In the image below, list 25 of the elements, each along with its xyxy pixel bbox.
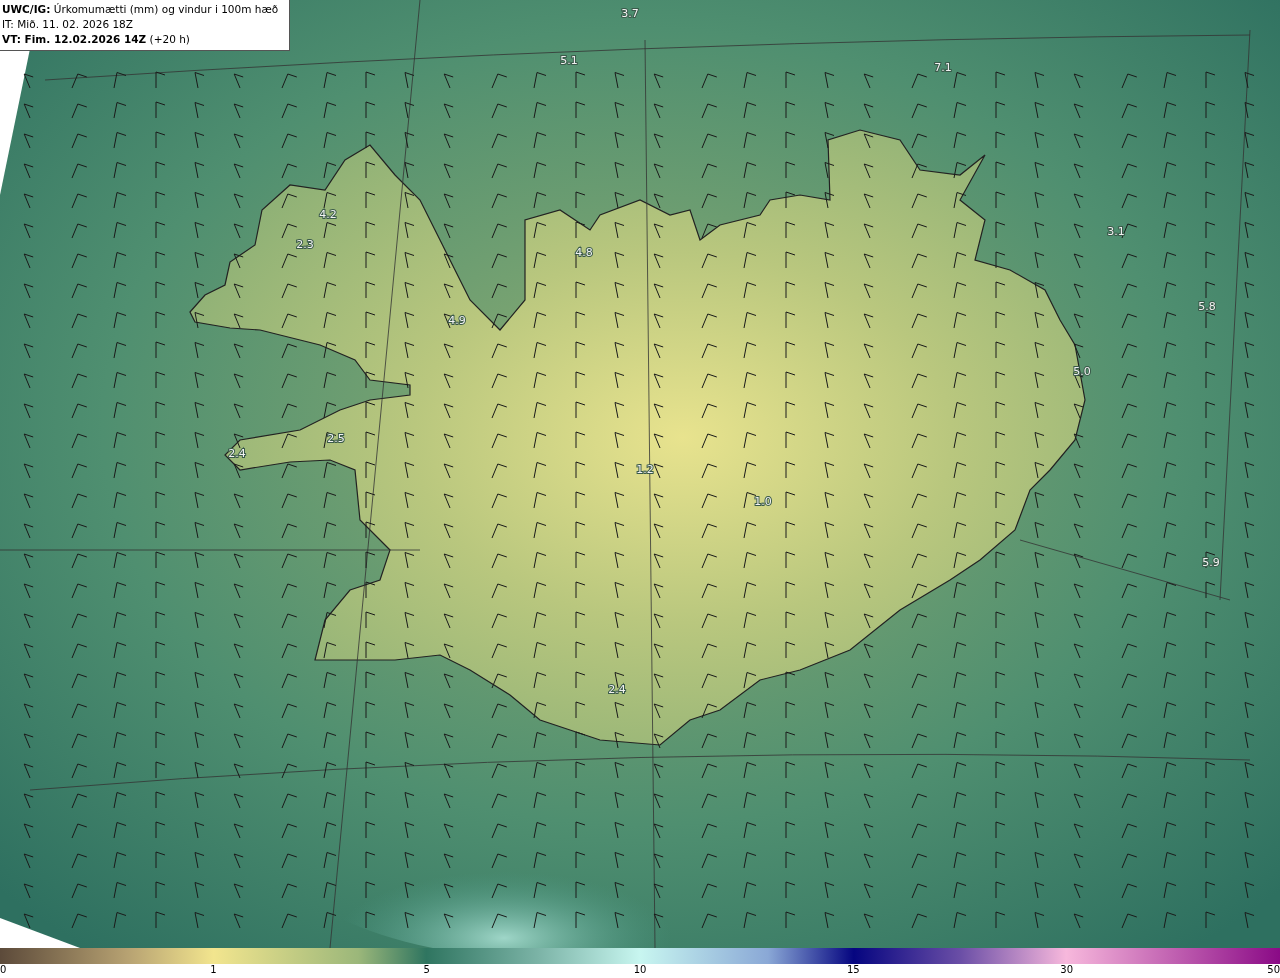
map-value-label: 4.9: [448, 314, 466, 327]
scale-tick-label: 0: [0, 964, 7, 975]
map-value-label: 2.4: [608, 683, 626, 696]
map-value-label: 3.1: [1107, 225, 1125, 238]
map-value-label: 4.2: [319, 208, 337, 221]
map-value-label: 1.0: [754, 495, 772, 508]
map-value-label: 5.1: [560, 54, 578, 67]
map-value-label: 5.9: [1202, 556, 1220, 569]
map-value-label: 5.8: [1198, 300, 1216, 313]
scale-tick-label: 50: [1267, 964, 1280, 975]
scale-tick-label: 30: [1060, 964, 1073, 975]
valid-time: VT: Fim. 12.02.2026 14Z (+20 h): [2, 32, 190, 47]
map-title: UWC/IG: Úrkomumætti (mm) og vindur i 100m hæð: [2, 2, 279, 17]
map-value-label: 2.5: [327, 432, 345, 445]
map-value-label: 2.4: [228, 447, 246, 460]
map-value-label: 5.0: [1073, 365, 1091, 378]
map-value-label: 7.1: [934, 61, 952, 74]
map-value-label: 4.8: [575, 246, 593, 259]
scale-tick-label: 1: [210, 964, 217, 975]
issue-time: IT: Mið. 11. 02. 2026 18Z: [2, 17, 133, 32]
map-value-label: 2.3: [296, 238, 314, 251]
scale-tick-label: 15: [846, 964, 860, 975]
scale-tick-label: 5: [423, 964, 430, 975]
scale-tick-label: 10: [633, 964, 647, 975]
map-value-label: 3.7: [621, 7, 639, 20]
